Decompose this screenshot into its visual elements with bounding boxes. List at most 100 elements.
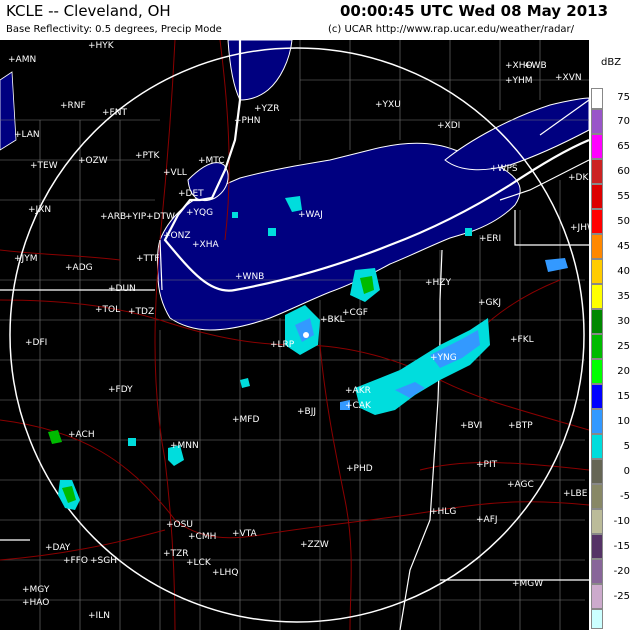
site-label: +TDZ xyxy=(128,307,154,317)
legend-label-60: 60 xyxy=(617,166,630,177)
site-label: +MGY xyxy=(22,585,50,595)
site-label: +HYK xyxy=(88,41,115,51)
site-label: +AMN xyxy=(8,55,36,65)
site-label: +AFJ xyxy=(476,515,498,525)
site-label: +BVI xyxy=(460,421,482,431)
site-label: +PTK xyxy=(135,151,160,161)
site-label: +AGC xyxy=(507,480,534,490)
site-label: +AKR xyxy=(345,386,371,396)
legend-swatch-neg5 xyxy=(591,484,603,509)
legend-unit: dBZ xyxy=(601,57,622,68)
legend-label-neg5: -5 xyxy=(620,491,630,502)
legend-label-65: 65 xyxy=(617,141,630,152)
site-label: +XVN xyxy=(555,73,582,83)
credit-line: (c) UCAR http://www.rap.ucar.edu/weather… xyxy=(328,24,575,35)
site-label: +PHD xyxy=(346,464,373,474)
legend-swatch-5 xyxy=(591,434,603,459)
legend-swatch-30 xyxy=(591,309,603,334)
legend-swatch-20 xyxy=(591,359,603,384)
legend-label-45: 45 xyxy=(617,241,630,252)
site-label: +DAY xyxy=(45,543,71,553)
legend-label-5: 5 xyxy=(623,441,630,452)
site-label: +BTP xyxy=(508,421,533,431)
header: KCLE -- Cleveland, OH Base Reflectivity:… xyxy=(0,0,630,40)
site-label: +YNG xyxy=(430,353,457,363)
legend-label-20: 20 xyxy=(617,366,630,377)
legend-swatch-25 xyxy=(591,334,603,359)
legend-label-70: 70 xyxy=(617,116,630,127)
legend-label-35: 35 xyxy=(617,291,630,302)
site-label: +DTW xyxy=(146,212,175,222)
site-label: +LHQ xyxy=(212,568,238,578)
legend-label-10: 10 xyxy=(617,416,630,427)
legend-swatch-15 xyxy=(591,384,603,409)
legend-swatch-10 xyxy=(591,409,603,434)
legend-label-25: 25 xyxy=(617,341,630,352)
legend-label-30: 30 xyxy=(617,316,630,327)
legend-label-neg10: -10 xyxy=(613,516,630,527)
site-label: +ZZW xyxy=(300,540,329,550)
legend-label-0: 0 xyxy=(623,466,630,477)
legend-label-15: 15 xyxy=(617,391,630,402)
site-label: +DET xyxy=(178,189,204,199)
radar-map[interactable]: +HYK +AMN +RNF +FNT +LAN +OZW +PTK +TEW … xyxy=(0,40,589,630)
legend-label-neg20: -20 xyxy=(613,566,630,577)
site-label: +LCK xyxy=(186,558,212,568)
site-label: +WNB xyxy=(235,272,264,282)
site-label: +LBE xyxy=(563,489,588,499)
site-label: +MTC xyxy=(198,156,225,166)
site-label: +FKL xyxy=(510,335,534,345)
legend-label-neg25: -25 xyxy=(613,591,630,602)
site-label: +ADG xyxy=(65,263,93,273)
site-label: +PHN xyxy=(234,116,260,126)
site-label: +ONZ xyxy=(163,231,191,241)
product-subtitle: Base Reflectivity: 0.5 degrees, Precip M… xyxy=(6,24,222,35)
legend-swatch-neg15 xyxy=(591,534,603,559)
site-label: +YIP xyxy=(125,212,147,222)
site-label: +TEW xyxy=(30,161,58,171)
legend-swatch-0 xyxy=(591,459,603,484)
timestamp: 00:00:45 UTC Wed 08 May 2013 xyxy=(340,2,609,20)
legend-swatch-70 xyxy=(591,109,603,134)
legend-label-neg15: -15 xyxy=(613,541,630,552)
site-label: +SGH xyxy=(90,556,117,566)
site-label: +HAO xyxy=(22,598,49,608)
legend-swatch-45 xyxy=(591,234,603,259)
site-label: +YXU xyxy=(375,100,401,110)
site-label: +ARB xyxy=(100,212,126,222)
site-label: +RNF xyxy=(60,101,86,111)
radar-map-canvas: +HYK +AMN +RNF +FNT +LAN +OZW +PTK +TEW … xyxy=(0,40,589,630)
legend-swatch-neg20 xyxy=(591,559,603,584)
legend-swatch-bottom xyxy=(591,609,603,629)
site-label: +YZR xyxy=(254,104,279,114)
legend-label-50: 50 xyxy=(617,216,630,227)
site-label: +TOL xyxy=(95,305,120,315)
legend-swatch-55 xyxy=(591,184,603,209)
site-label: +ACH xyxy=(68,430,95,440)
site-label: +JHW xyxy=(570,223,589,233)
site-label: +FNT xyxy=(102,108,127,118)
site-label: +CAK xyxy=(345,401,372,411)
site-label: +MGW xyxy=(512,579,543,589)
site-label: +VTA xyxy=(232,529,257,539)
legend-swatch-50 xyxy=(591,209,603,234)
site-label: +WPS xyxy=(490,164,518,174)
site-label: +DUN xyxy=(108,284,136,294)
site-label: +CMH xyxy=(188,532,216,542)
site-label: +XHA xyxy=(192,240,219,250)
station-title: KCLE -- Cleveland, OH xyxy=(6,2,171,20)
legend-swatch-neg10 xyxy=(591,509,603,534)
radar-site-marker xyxy=(303,332,309,338)
site-label: +XDI xyxy=(437,121,460,131)
site-label: +YHM xyxy=(505,76,533,86)
site-label: +WAJ xyxy=(298,210,323,220)
site-label: +ERI xyxy=(479,234,501,244)
legend-swatch-40 xyxy=(591,259,603,284)
legend-swatch-35 xyxy=(591,284,603,309)
legend-label-75: 75 xyxy=(617,92,630,103)
site-label: +ILN xyxy=(88,611,110,621)
site-label: +MNN xyxy=(170,441,199,451)
site-label: +HZY xyxy=(425,278,451,288)
site-label: +PIT xyxy=(476,460,498,470)
site-label: +VLL xyxy=(163,168,187,178)
